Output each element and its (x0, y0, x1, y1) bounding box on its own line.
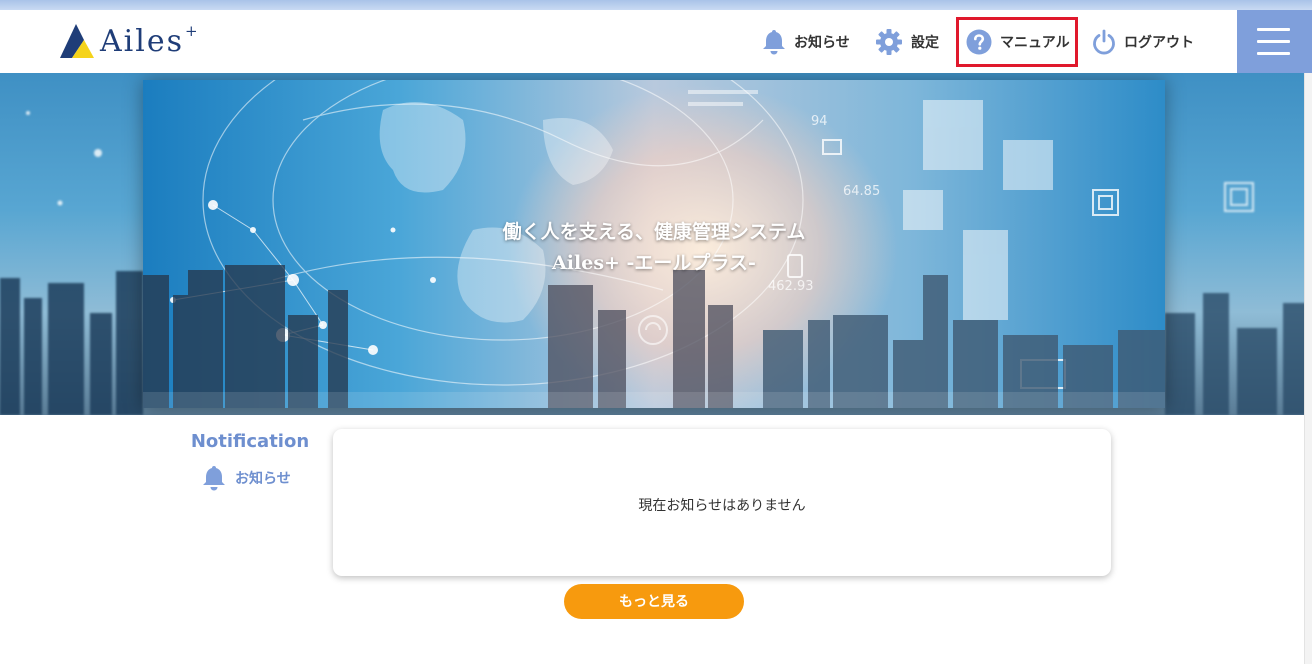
nav-settings-label: 設定 (911, 34, 939, 51)
hero-product-name: Ailes+ -エールプラス- (552, 252, 756, 274)
menu-bar-icon (1257, 28, 1290, 31)
hero-tagline: 働く人を支える、健康管理システム (502, 221, 806, 243)
nav-news[interactable]: お知らせ (762, 10, 850, 73)
notification-subheading-label: お知らせ (235, 471, 291, 487)
more-button[interactable]: もっと見る (564, 584, 744, 619)
hero-right-city-image (1165, 182, 1312, 415)
city-network-illustration: 64.85 462.93 94 (143, 80, 1165, 408)
notification-empty-message: 現在お知らせはありません (638, 498, 806, 514)
nav-news-label: お知らせ (794, 34, 850, 51)
gear-icon (876, 28, 902, 55)
hero-left-city-image (0, 111, 143, 415)
logo-plus: + (185, 22, 198, 40)
page-scrollbar[interactable] (1304, 73, 1312, 664)
logo-text: Ailes (100, 24, 185, 59)
overlay-number: 94 (811, 114, 828, 129)
hamburger-menu-button[interactable] (1237, 10, 1312, 73)
menu-bar-icon (1257, 52, 1290, 55)
nav-manual[interactable]: マニュアル (956, 17, 1078, 67)
menu-bar-icon (1257, 40, 1290, 43)
top-strip (0, 0, 1312, 10)
bell-icon (763, 29, 785, 54)
hero-banner: 64.85 462.93 94 働く人を支える、健康管理システム Ailes+ … (0, 73, 1312, 415)
help-icon (966, 29, 992, 55)
bell-icon (203, 466, 225, 491)
overlay-number: 64.85 (843, 184, 880, 199)
notification-subheading: お知らせ (202, 465, 291, 491)
notification-card: 現在お知らせはありません (333, 429, 1111, 576)
notification-heading: Notification (190, 431, 310, 452)
nav-logout-label: ログアウト (1124, 34, 1194, 51)
nav-logout[interactable]: ログアウト (1092, 10, 1194, 73)
power-icon (1093, 29, 1115, 54)
nav-manual-label: マニュアル (1000, 35, 1070, 51)
logo[interactable]: Ailes + (58, 22, 198, 62)
overlay-number: 462.93 (768, 279, 814, 294)
logo-mark-icon (60, 24, 94, 58)
nav-settings[interactable]: 設定 (875, 10, 939, 73)
hero-image: 64.85 462.93 94 (143, 80, 1165, 408)
